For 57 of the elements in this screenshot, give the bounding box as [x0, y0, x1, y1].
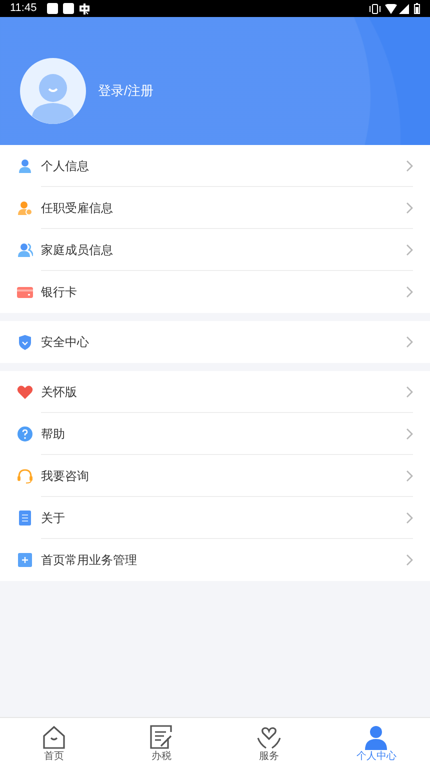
menu-item[interactable]: 银行卡 [0, 271, 430, 313]
headset-icon [17, 468, 33, 484]
menu-item[interactable]: 帮助 [0, 413, 430, 455]
menu-item[interactable]: 首页常用业务管理 [0, 539, 430, 581]
chevron-right-icon [406, 286, 413, 298]
menu-item[interactable]: 任职受雇信息 [0, 187, 430, 229]
chevron-right-icon [406, 202, 413, 214]
signal-icon [399, 4, 409, 14]
chevron-right-icon [406, 336, 413, 348]
notification-icon [46, 3, 58, 14]
bug-icon [78, 2, 90, 14]
help-icon [17, 426, 33, 442]
menu-item-label: 安全中心 [41, 334, 90, 351]
tab-bar-item[interactable]: 服务 [215, 718, 322, 766]
menu-item[interactable]: 关于 [0, 497, 430, 539]
menu-item-label: 银行卡 [41, 284, 78, 301]
menu-item[interactable]: 关怀版 [0, 371, 430, 413]
chevron-right-icon [406, 512, 413, 524]
menu-item-label: 帮助 [41, 413, 406, 455]
hands-heart-icon [256, 724, 282, 750]
chevron-right-icon [406, 386, 413, 398]
menu-item-label: 关于 [41, 497, 406, 539]
menu-item-label: 关怀版 [41, 371, 406, 413]
person-icon [17, 158, 33, 174]
menu-item-label: 我要咨询 [41, 455, 406, 497]
menu-item-label: 任职受雇信息 [41, 187, 406, 229]
notification-icon [62, 3, 74, 14]
avatar-icon[interactable] [20, 58, 86, 124]
menu-item-label: 家庭成员信息 [41, 229, 406, 271]
chevron-right-icon [406, 160, 413, 172]
menu-item[interactable]: 家庭成员信息 [0, 229, 430, 271]
chevron-right-icon [406, 470, 413, 482]
heart-icon [17, 384, 33, 400]
home-icon [40, 724, 67, 750]
chevron-right-icon [406, 554, 413, 566]
document-edit-icon [148, 724, 174, 750]
tab-bar-item[interactable]: 首页 [0, 718, 108, 766]
menu-item[interactable]: 我要咨询 [0, 455, 430, 497]
battery-icon [414, 3, 420, 14]
wifi-icon [385, 4, 397, 14]
plus-icon [17, 552, 33, 568]
people-icon [17, 242, 33, 258]
menu-item[interactable]: 个人信息 [0, 145, 430, 187]
tab-bar-item[interactable]: 办税 [108, 718, 215, 766]
person-badge-icon [17, 200, 33, 216]
tab-bar-item[interactable]: 个人中心 [322, 718, 430, 766]
card-icon [17, 284, 33, 300]
vibrate-icon [369, 4, 381, 14]
shield-icon [17, 334, 33, 350]
menu-item-label: 个人信息 [41, 145, 406, 187]
chevron-right-icon [406, 244, 413, 256]
status-time: 11:45 [10, 3, 37, 14]
menu-item-label: 首页常用业务管理 [41, 552, 138, 569]
menu-item[interactable]: 安全中心 [0, 321, 430, 363]
document-icon [17, 510, 33, 526]
person-icon [363, 724, 390, 750]
chevron-right-icon [406, 428, 413, 440]
